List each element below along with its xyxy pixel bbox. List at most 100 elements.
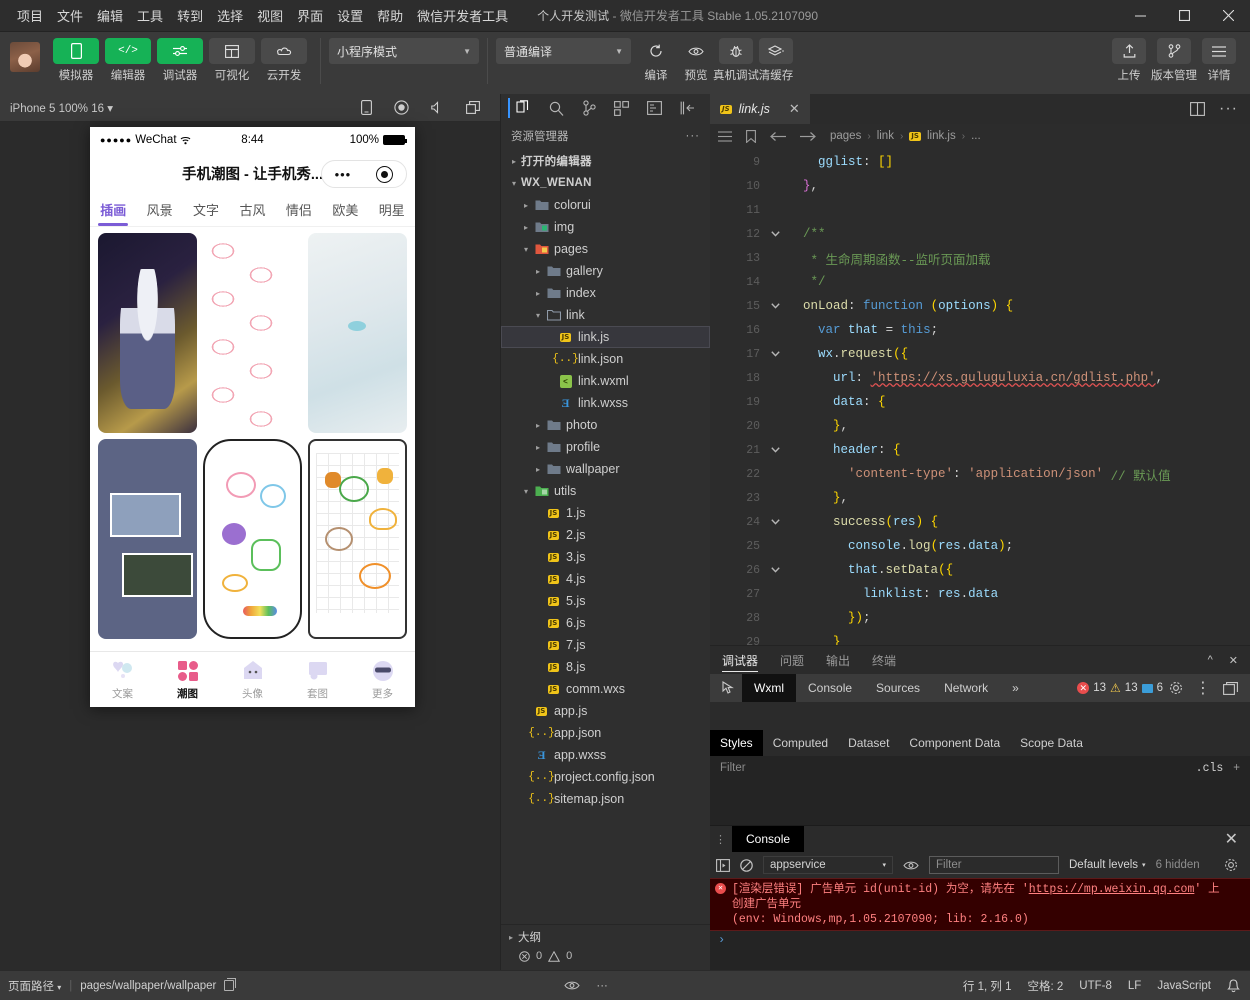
category-tab-text[interactable]: 文字 bbox=[183, 193, 229, 226]
maximize-button[interactable] bbox=[1162, 0, 1206, 32]
debugger-tab-problems[interactable]: 问题 bbox=[780, 646, 804, 674]
editor-toggle-button[interactable]: </> 编辑器 bbox=[104, 38, 152, 83]
tree-folder[interactable]: ▸ gallery bbox=[501, 260, 710, 282]
code-line[interactable]: gglist: [] bbox=[784, 150, 1250, 174]
add-rule-button[interactable]: + bbox=[1233, 762, 1240, 774]
drag-handle-icon[interactable]: ⋮ bbox=[710, 833, 732, 846]
page-path-selector[interactable]: 页面路径 ▾ bbox=[8, 978, 61, 994]
category-tab-couple[interactable]: 情侣 bbox=[276, 193, 322, 226]
record-icon[interactable] bbox=[394, 100, 409, 115]
category-tab-ancient[interactable]: 古风 bbox=[229, 193, 275, 226]
language-mode[interactable]: JavaScript bbox=[1157, 980, 1211, 992]
styles-tab-component-data[interactable]: Component Data bbox=[899, 730, 1010, 756]
real-device-debug-button[interactable]: 真机调试 bbox=[713, 38, 759, 83]
code-line[interactable]: url: 'https://xs.guluguluxia.cn/gdlist.p… bbox=[784, 366, 1250, 390]
tree-file[interactable]: {..} app.json bbox=[501, 722, 710, 744]
capsule-more-icon[interactable]: ••• bbox=[335, 167, 352, 182]
extensions-icon[interactable] bbox=[611, 97, 633, 119]
code-line[interactable]: onLoad: function (options) { bbox=[784, 294, 1250, 318]
breadcrumb-item-symbol[interactable]: ... bbox=[971, 130, 981, 142]
debugger-toggle-button[interactable]: 调试器 bbox=[156, 38, 204, 83]
devtools-tab-network[interactable]: Network bbox=[932, 674, 1000, 702]
simulator-toggle-button[interactable]: 模拟器 bbox=[52, 38, 100, 83]
wallpaper-card[interactable] bbox=[203, 439, 302, 639]
code-line[interactable]: */ bbox=[784, 270, 1250, 294]
compile-button[interactable]: 编译 bbox=[637, 38, 675, 83]
wallpaper-card[interactable] bbox=[98, 233, 197, 433]
tree-folder[interactable]: ▸ profile bbox=[501, 436, 710, 458]
tree-file[interactable]: JS 7.js bbox=[501, 634, 710, 656]
styles-tab-computed[interactable]: Computed bbox=[763, 730, 838, 756]
category-tab-celebrity[interactable]: 明星 bbox=[369, 193, 415, 226]
menu-item-devtools[interactable]: 微信开发者工具 bbox=[410, 2, 515, 29]
compile-select[interactable]: 普通编译 ▼ bbox=[496, 38, 631, 64]
tree-folder[interactable]: ▸ colorui bbox=[501, 194, 710, 216]
devtools-tab-sources[interactable]: Sources bbox=[864, 674, 932, 702]
styles-tab-styles[interactable]: Styles bbox=[710, 730, 763, 756]
menu-item-view[interactable]: 视图 bbox=[250, 2, 290, 29]
close-icon[interactable]: ✕ bbox=[1229, 654, 1238, 667]
tree-file[interactable]: Ǝlink.wxss bbox=[501, 392, 710, 414]
screens-icon[interactable] bbox=[466, 101, 480, 114]
styles-tab-scope-data[interactable]: Scope Data bbox=[1010, 730, 1093, 756]
fold-toggle-icon[interactable] bbox=[766, 510, 784, 534]
devtools-problem-counts[interactable]: ✕ 13 ⚠ 13 6 bbox=[1077, 681, 1169, 695]
file-tree[interactable]: ▸ 打开的编辑器 ▾ WX_WENAN ▸ colorui ▸ img ▾ pages ▸ galle… bbox=[501, 150, 710, 924]
tree-file[interactable]: JS 1.js bbox=[501, 502, 710, 524]
menu-item-edit[interactable]: 编辑 bbox=[90, 2, 130, 29]
cloud-toggle-button[interactable]: 云开发 bbox=[260, 38, 308, 83]
explorer-more-icon[interactable]: ··· bbox=[686, 130, 701, 142]
code-line[interactable]: wx. request({ bbox=[784, 342, 1250, 366]
outline-header[interactable]: ▸ 大纲 bbox=[509, 929, 702, 945]
indentation[interactable]: 空格: 2 bbox=[1028, 978, 1064, 994]
editor-tab-link-js[interactable]: JS link.js ✕ bbox=[710, 94, 810, 124]
eye-icon[interactable] bbox=[564, 980, 581, 991]
outline-list-icon[interactable] bbox=[718, 130, 732, 142]
code-content[interactable]: gglist: [] }, /** * 生命周期函数--监听页面加载 */ on… bbox=[784, 148, 1250, 645]
code-line[interactable]: }, bbox=[784, 486, 1250, 510]
status-more-icon[interactable]: ··· bbox=[596, 980, 608, 992]
collapse-icon[interactable]: ^ bbox=[1208, 654, 1213, 666]
tree-file[interactable]: JS 5.js bbox=[501, 590, 710, 612]
console-error-link[interactable]: https://mp.weixin.qq.com bbox=[1029, 883, 1195, 896]
fold-gutter[interactable] bbox=[766, 148, 784, 645]
fold-toggle-icon[interactable] bbox=[766, 558, 784, 582]
code-line[interactable]: linklist: res. data bbox=[784, 582, 1250, 606]
wallpaper-card[interactable] bbox=[308, 233, 407, 433]
close-icon[interactable]: ✕ bbox=[789, 101, 800, 117]
capsule-close-icon[interactable] bbox=[376, 165, 394, 183]
mode-select[interactable]: 小程序模式 ▼ bbox=[329, 38, 479, 64]
styles-filter-input[interactable]: Filter bbox=[720, 762, 746, 774]
tabbar-item-copywriting[interactable]: 文案 bbox=[90, 652, 155, 707]
menu-item-project[interactable]: 项目 bbox=[10, 2, 50, 29]
eye-icon[interactable] bbox=[903, 860, 919, 871]
gear-icon[interactable] bbox=[1224, 858, 1244, 872]
fold-toggle-icon[interactable] bbox=[766, 294, 784, 318]
code-line[interactable]: }, bbox=[784, 414, 1250, 438]
forward-icon[interactable] bbox=[800, 131, 816, 142]
menu-item-tools[interactable]: 工具 bbox=[130, 2, 170, 29]
tree-folder[interactable]: ▾ pages bbox=[501, 238, 710, 260]
category-tab-scenery[interactable]: 风景 bbox=[136, 193, 182, 226]
wxml-tree-area[interactable] bbox=[710, 702, 1250, 730]
clear-console-icon[interactable] bbox=[740, 858, 753, 872]
menu-item-interface[interactable]: 界面 bbox=[290, 2, 330, 29]
console-filter-input[interactable]: Filter bbox=[929, 856, 1059, 874]
tree-file[interactable]: link.wxml bbox=[501, 370, 710, 392]
code-line[interactable]: header: { bbox=[784, 438, 1250, 462]
console-context-select[interactable]: appservice ▾ bbox=[763, 856, 893, 874]
close-icon[interactable]: ✕ bbox=[1225, 829, 1250, 849]
volume-icon[interactable] bbox=[431, 101, 444, 114]
tree-file[interactable]: {..} link.json bbox=[501, 348, 710, 370]
breadcrumb-item-pages[interactable]: pages bbox=[830, 130, 861, 142]
gear-icon[interactable] bbox=[1169, 681, 1183, 695]
fold-toggle-icon[interactable] bbox=[766, 438, 784, 462]
code-line[interactable]: } bbox=[784, 630, 1250, 645]
kebab-icon[interactable]: ⋮ bbox=[1195, 678, 1211, 698]
tree-folder[interactable]: ▾ utils bbox=[501, 480, 710, 502]
tree-file[interactable]: JS 6.js bbox=[501, 612, 710, 634]
devtools-tab-console[interactable]: Console bbox=[796, 674, 864, 702]
bell-icon[interactable] bbox=[1227, 978, 1240, 993]
breadcrumb-item-file[interactable]: link.js bbox=[927, 130, 956, 142]
preview-button[interactable]: 预览 bbox=[677, 38, 715, 83]
